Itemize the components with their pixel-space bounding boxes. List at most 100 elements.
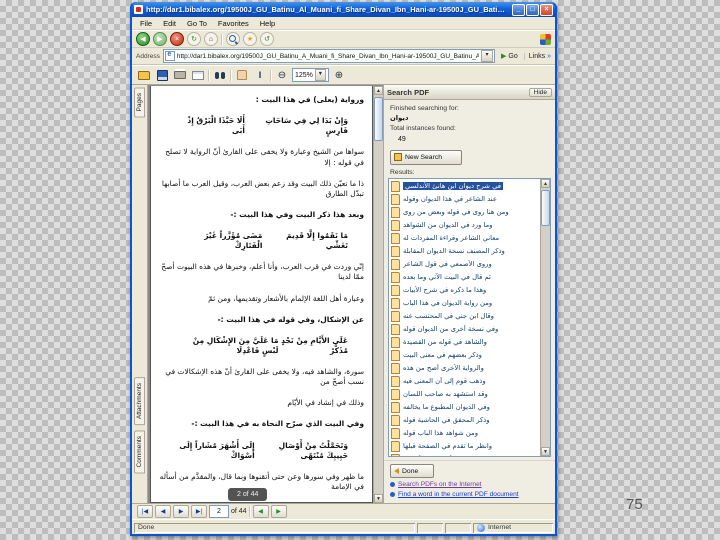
results-scroll-up-icon[interactable]: ▲ xyxy=(541,178,550,188)
search-result-item[interactable]: وذكر المصنف نسخة الديوان المقابلة xyxy=(389,245,540,258)
close-button[interactable]: × xyxy=(540,3,553,16)
search-result-item[interactable]: في شرح ديوان ابن هانئ الأندلسي xyxy=(389,180,540,193)
search-result-item[interactable]: وقد استشهد به صاحب اللسان xyxy=(389,388,540,401)
tab-attachments[interactable]: Attachments xyxy=(134,377,145,426)
menu-item-edit[interactable]: Edit xyxy=(158,19,181,28)
hemistich-left: مَا عَلَيَّ مِنَ الإِشْكَالِ مِنْ لَبْسٍ… xyxy=(192,335,279,355)
search-result-item[interactable]: والرواية الأخرى أصح من هذه xyxy=(389,362,540,375)
results-list: في شرح ديوان ابن هانئ الأندلسي عند الشاعر… xyxy=(389,179,540,456)
pdf-scrollbar[interactable]: ▲ ▼ xyxy=(373,86,383,503)
search-result-item[interactable]: وانظر ما تقدم في الصفحة قبلها xyxy=(389,440,540,453)
search-result-item[interactable]: عند الشاعر في هذا الديوان وقوله xyxy=(389,193,540,206)
tab-comments[interactable]: Comments xyxy=(134,429,145,473)
ie-page-icon xyxy=(164,51,175,61)
results-scroll-thumb[interactable] xyxy=(541,189,550,226)
title-bar[interactable]: http://dar1.bibalex.org/19500J_GU_Batinu… xyxy=(132,2,555,17)
menu-item-help[interactable]: Help xyxy=(255,19,280,28)
zoom-in-icon[interactable]: ⊕ xyxy=(331,67,347,83)
search-result-item[interactable]: وما ورد في الديوان من الشواهد xyxy=(389,219,540,232)
search-result-item[interactable]: وهذا ما ذكره في شرح الأبيات xyxy=(389,284,540,297)
go-button[interactable]: ▶ Go xyxy=(498,52,521,61)
home-button[interactable]: ⌂ xyxy=(204,32,218,46)
search-result-item[interactable]: وفي نسخة أخرى من الديوان قوله xyxy=(389,323,540,336)
search-binoculars-icon[interactable] xyxy=(212,67,228,83)
next-view-button[interactable]: ▶ xyxy=(270,505,287,518)
first-page-button[interactable]: |◀ xyxy=(137,505,153,518)
back-button[interactable]: ◀ xyxy=(136,32,150,46)
toolbar-separator xyxy=(221,33,223,45)
maximize-button[interactable]: □ xyxy=(526,3,539,16)
search-result-item[interactable]: وذكر المحقق في الحاشية قوله xyxy=(389,414,540,427)
done-label: Done xyxy=(402,467,419,475)
verse-line: وَتَحَمَّلْتُ مِنْ أَوْصَالِ حَبِيبِكَ م… xyxy=(159,441,364,461)
scroll-down-icon[interactable]: ▼ xyxy=(374,494,383,503)
address-dropdown-icon[interactable]: ▾ xyxy=(481,50,494,62)
search-button[interactable] xyxy=(226,32,240,46)
address-input[interactable]: http://dar1.bibalex.org/19500J_GU_Batinu… xyxy=(162,49,496,63)
save-icon[interactable] xyxy=(154,67,170,83)
acrobat-document-icon xyxy=(134,5,143,14)
select-text-tool-icon[interactable]: I xyxy=(252,67,268,83)
search-result-item[interactable]: والشاهد في قوله من القصيدة xyxy=(389,336,540,349)
results-scrollbar[interactable]: ▲ ▼ xyxy=(540,178,550,456)
toolbar-separator xyxy=(230,69,232,81)
search-result-item[interactable]: وروى الأصمعي في قول الشاعر xyxy=(389,258,540,271)
open-file-icon[interactable] xyxy=(136,67,152,83)
status-text: Done xyxy=(134,523,415,533)
tab-pages[interactable]: Pages xyxy=(134,87,145,118)
search-result-item[interactable]: معاني الشاعر وقراءة المفردات له xyxy=(389,232,540,245)
zoom-level-select[interactable]: 125% ▼ xyxy=(292,68,329,82)
search-panel-title: Search PDF xyxy=(387,87,430,97)
status-pane-2 xyxy=(445,523,471,533)
print-icon[interactable] xyxy=(172,67,188,83)
next-page-button[interactable]: ▶ xyxy=(173,505,189,518)
search-internet-link[interactable]: Search PDFs on the Internet xyxy=(390,481,549,488)
last-page-button[interactable]: ▶| xyxy=(191,505,207,518)
links-menu[interactable]: Links » xyxy=(523,52,551,60)
zoom-out-icon[interactable]: ⊖ xyxy=(274,67,290,83)
refresh-button[interactable]: ↻ xyxy=(187,32,201,46)
email-icon[interactable] xyxy=(190,67,206,83)
hand-tool-icon[interactable] xyxy=(234,67,250,83)
menu-item-favorites[interactable]: Favorites xyxy=(213,19,254,28)
minimize-button[interactable]: _ xyxy=(512,3,525,16)
menu-bar: File Edit Go To Favorites Help xyxy=(132,17,555,30)
search-result-item[interactable]: ثم قال في البيت الآتي وما بعده xyxy=(389,271,540,284)
search-result-item[interactable]: ومن رواية الديوان في هذا الباب xyxy=(389,297,540,310)
scroll-up-icon[interactable]: ▲ xyxy=(374,86,383,95)
search-result-item[interactable]: والمعنى أن الشاعر أراد به xyxy=(389,453,540,456)
menu-item-go-to[interactable]: Go To xyxy=(182,19,212,28)
stop-button[interactable]: × xyxy=(170,32,184,46)
result-page-icon xyxy=(391,219,400,231)
result-page-icon xyxy=(391,258,400,270)
favorites-button[interactable]: ★ xyxy=(243,32,257,46)
page-number-input[interactable]: 2 xyxy=(209,505,229,518)
previous-page-button[interactable]: ◀ xyxy=(155,505,171,518)
previous-view-button[interactable]: ◀ xyxy=(252,505,269,518)
menu-item-file[interactable]: File xyxy=(135,19,157,28)
search-result-item[interactable]: ومن هنا روى في قوله وبعض من روى xyxy=(389,206,540,219)
result-snippet: وقد استشهد به صاحب اللسان xyxy=(403,390,488,399)
zoom-dropdown-icon[interactable]: ▼ xyxy=(314,69,326,81)
search-result-item[interactable]: ومن شواهد هذا الباب قوله xyxy=(389,427,540,440)
search-result-item[interactable]: وقال ابن جني في المحتسب عنه xyxy=(389,310,540,323)
find-word-link[interactable]: Find a word in the current PDF document xyxy=(390,491,549,498)
history-button[interactable]: ↺ xyxy=(260,32,274,46)
scroll-thumb[interactable] xyxy=(374,97,383,141)
result-page-icon xyxy=(391,310,400,322)
results-scroll-down-icon[interactable]: ▼ xyxy=(541,447,550,456)
pdf-nav-bar: |◀ ◀ ▶ ▶| 2 of 44 ◀ ▶ xyxy=(132,503,555,519)
forward-button[interactable]: ▶ xyxy=(153,32,167,46)
search-result-item[interactable]: وذكر بعضهم في معنى البيت xyxy=(389,349,540,362)
search-result-item[interactable]: وفي الديوان المطبوع ما يخالفه xyxy=(389,401,540,414)
instances-count: 49 xyxy=(398,135,406,143)
search-result-item[interactable]: وذهب قوم إلى أن المعنى فيه xyxy=(389,375,540,388)
hide-panel-button[interactable]: Hide xyxy=(528,87,552,97)
verse-line: مَا نَقَمُوا إِلَّا قَدِيمَ تَغَشِّي مَضَ… xyxy=(159,231,364,251)
new-search-button[interactable]: New Search xyxy=(390,149,462,165)
result-page-icon xyxy=(391,232,400,244)
find-word-label: Find a word in the current PDF document xyxy=(398,491,519,498)
result-page-icon xyxy=(391,362,400,374)
done-button[interactable]: Done xyxy=(390,464,434,478)
result-page-icon xyxy=(391,297,400,309)
